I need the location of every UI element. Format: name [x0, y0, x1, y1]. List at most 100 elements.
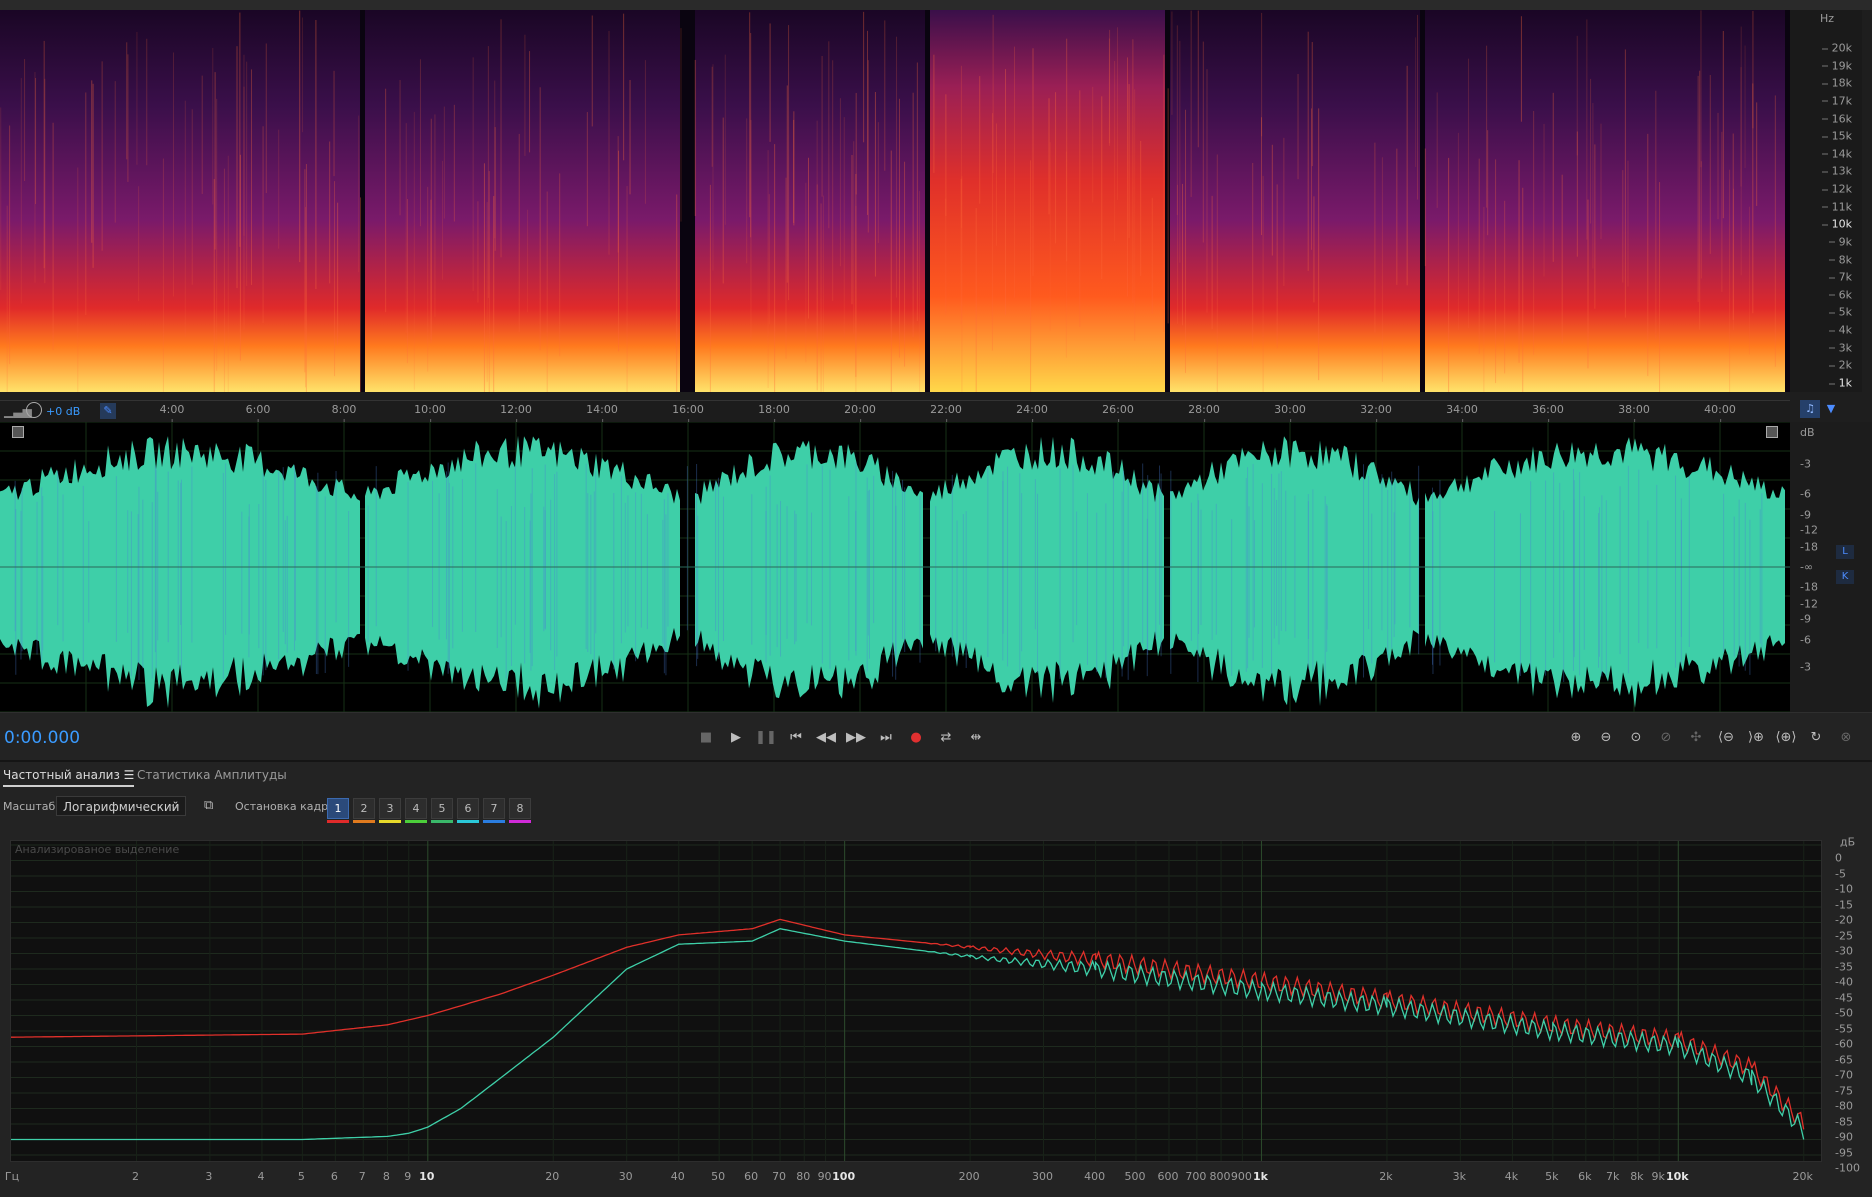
spectrogram-image: [0, 10, 1785, 392]
spectrogram-streak: [1483, 206, 1485, 392]
spectrogram-streak: [1307, 31, 1309, 271]
gain-readout[interactable]: +0 dB: [46, 405, 80, 418]
channel-left-toggle[interactable]: L: [1836, 545, 1854, 559]
spectrogram-streak: [358, 115, 360, 273]
zoom-out-amplitude-icon[interactable]: ⊖: [1595, 727, 1617, 749]
go-to-start-icon[interactable]: ⏮: [785, 727, 807, 749]
freeze-frame-button-4[interactable]: 4: [405, 798, 427, 819]
freeze-frame-button-3[interactable]: 3: [379, 798, 401, 819]
frequency-plot[interactable]: Анализированое выделение: [10, 840, 1822, 1162]
freeze-frame-button-1[interactable]: 1: [327, 798, 349, 819]
spectrogram-streak: [1079, 90, 1081, 327]
spectrogram-streak: [1697, 75, 1699, 303]
x-tick-label: 1k: [1252, 1170, 1268, 1183]
spectrogram-streak: [1216, 154, 1218, 392]
scale-dropdown[interactable]: Логарифмический ⌵: [56, 796, 186, 816]
zoom-disabled-icon[interactable]: ⊗: [1835, 727, 1857, 749]
spectrogram-streak: [173, 52, 175, 297]
marker-icon[interactable]: ▼: [1822, 400, 1840, 418]
menu-icon[interactable]: ☰: [124, 768, 135, 782]
hz-tick-label: 9k: [1828, 235, 1852, 249]
spectrogram-streak: [1206, 69, 1208, 313]
spectrogram-view[interactable]: [0, 10, 1790, 392]
spectrogram-streak: [1552, 92, 1554, 262]
fast-forward-icon[interactable]: ▶▶: [845, 727, 867, 749]
spectrogram-streak: [1049, 142, 1051, 331]
frequency-scale: Hz 20k 19k 18k 17k 16k 15k 14k 13k 12k 11k 10k 9k 8k…: [1790, 10, 1862, 392]
pause-icon[interactable]: ❚❚: [755, 727, 777, 749]
zoom-in-amplitude-icon[interactable]: ⊕: [1565, 727, 1587, 749]
stop-icon[interactable]: ■: [695, 727, 717, 749]
copy-icon[interactable]: ⧉: [204, 798, 218, 813]
spectrogram-streak: [1276, 184, 1278, 349]
hz-tick-label: 3k: [1828, 341, 1852, 355]
zoom-selection-icon[interactable]: ⊘: [1655, 727, 1677, 749]
spectrogram-streak: [1700, 161, 1702, 279]
fade-in-handle-icon[interactable]: [12, 426, 24, 438]
spectrogram-streak: [304, 169, 306, 373]
tab-amplitude-statistics[interactable]: Статистика Амплитуды: [137, 768, 287, 782]
zoom-out-time-icon[interactable]: ⟨⊕⟩: [1775, 727, 1797, 749]
spectrogram-streak: [866, 30, 868, 215]
spectrogram-streak: [1729, 169, 1731, 392]
freeze-frame-button-8[interactable]: 8: [509, 798, 531, 819]
fade-out-handle-icon[interactable]: [1766, 426, 1778, 438]
clock-icon[interactable]: [26, 402, 42, 418]
freeze-frame-button-6[interactable]: 6: [457, 798, 479, 819]
spectrogram-streak: [991, 113, 993, 351]
hz-tick-label: 20k: [1821, 41, 1852, 55]
spectrogram-streak: [494, 127, 496, 251]
zoom-in-time-icon[interactable]: ⟩⊕: [1745, 727, 1767, 749]
pin-icon[interactable]: ✎: [100, 403, 116, 419]
spectrogram-streak: [1406, 65, 1408, 286]
tab-frequency-analysis[interactable]: Частотный анализ ☰: [3, 768, 135, 787]
freeze-frame-button-2[interactable]: 2: [353, 798, 375, 819]
record-icon[interactable]: ●: [905, 727, 927, 749]
spectrogram-streak: [618, 150, 620, 352]
go-to-end-icon[interactable]: ⏭: [875, 727, 897, 749]
freeze-frame-button-5[interactable]: 5: [431, 798, 453, 819]
channel-right-toggle[interactable]: K: [1836, 570, 1854, 584]
spectrogram-streak: [1271, 144, 1273, 256]
scale-dropdown-value: Логарифмический: [63, 800, 180, 814]
spectrogram-streak: [933, 54, 935, 173]
freeze-frame-button-7[interactable]: 7: [483, 798, 505, 819]
spectrogram-streak: [1127, 57, 1129, 297]
spectrogram-streak: [916, 62, 918, 321]
spectrogram-streak: [1722, 30, 1724, 219]
zoom-center-icon[interactable]: ✣: [1685, 727, 1707, 749]
spectrogram-streak: [1659, 182, 1661, 392]
spectrogram-streak: [769, 23, 771, 142]
spectrogram-streak: [898, 98, 900, 358]
loop-icon[interactable]: ⇄: [935, 727, 957, 749]
spectrogram-streak: [768, 194, 770, 325]
spectrogram-streak: [1396, 148, 1398, 285]
spectrogram-streak: [1561, 174, 1563, 344]
spectrogram-streak: [788, 25, 790, 301]
time-tick-label: 22:00: [930, 403, 962, 424]
spectrogram-streak: [996, 123, 998, 246]
rewind-icon[interactable]: ◀◀: [815, 727, 837, 749]
spectrogram-streak: [1030, 160, 1032, 392]
panel-resize-grip[interactable]: [0, 0, 1872, 10]
spectrogram-streak: [1184, 109, 1186, 373]
hz-tick-label: 11k: [1821, 200, 1852, 214]
waveform-view[interactable]: [0, 422, 1790, 712]
skip-selection-icon[interactable]: ⇹: [965, 727, 987, 749]
play-icon[interactable]: ▶: [725, 727, 747, 749]
timecode-display[interactable]: 0:00.000: [4, 728, 80, 748]
spectrogram-streak: [712, 64, 714, 271]
spectrogram-streak: [1717, 112, 1719, 220]
headphones-icon[interactable]: ♫: [1800, 400, 1820, 418]
spectrogram-streak: [315, 20, 317, 290]
x-tick-label: 100: [832, 1170, 856, 1183]
zoom-in-left-icon[interactable]: ⟨⊖: [1715, 727, 1737, 749]
x-tick-label: 7k: [1606, 1170, 1620, 1183]
spectrogram-streak: [626, 186, 628, 392]
time-ruler[interactable]: ▁▃▅ +0 dB ✎ 4:00 6:00 8:00 10:00 12:00 14:00 1…: [0, 400, 1790, 424]
zoom-reset-icon[interactable]: ↻: [1805, 727, 1827, 749]
spectrogram-streak: [979, 76, 981, 204]
zoom-full-icon[interactable]: ⊙: [1625, 727, 1647, 749]
spectrogram-streak: [214, 72, 216, 250]
spectrogram-streak: [863, 11, 865, 143]
